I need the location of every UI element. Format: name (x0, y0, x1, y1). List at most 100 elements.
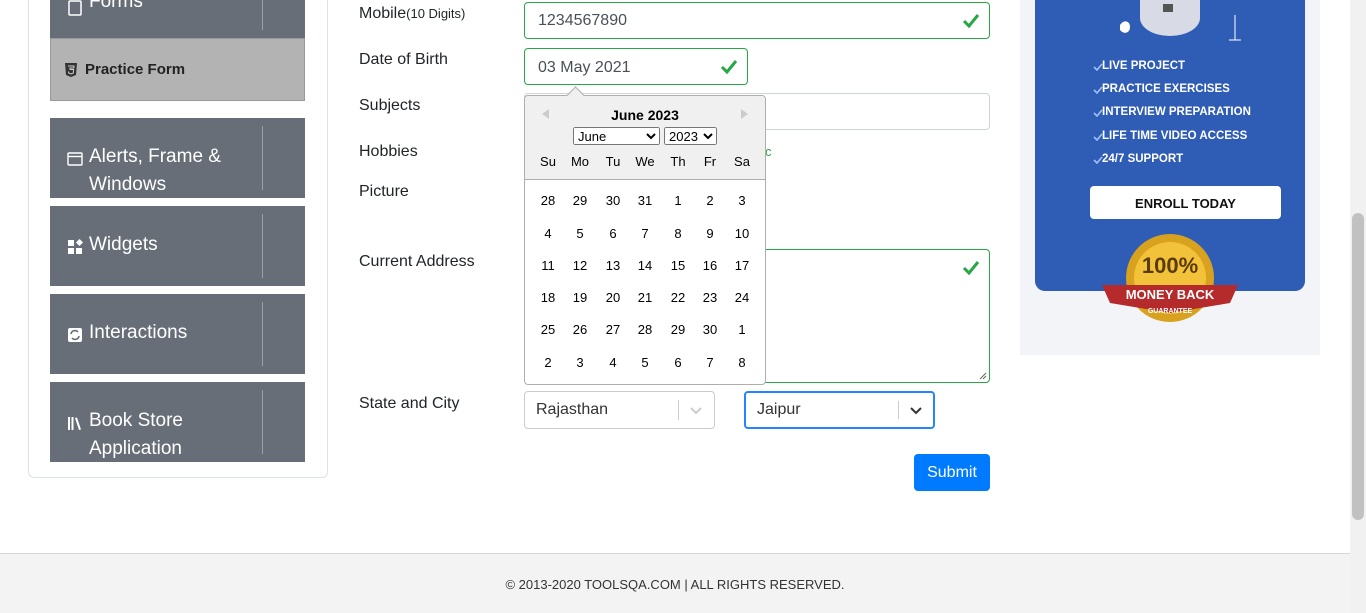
sidebar-group-label: Book Store (89, 410, 183, 431)
calendar-day[interactable]: 20 (598, 290, 628, 305)
sidebar-group-alerts[interactable]: Alerts, Frame & Windows (50, 118, 305, 198)
calendar-day[interactable]: 9 (695, 226, 725, 241)
calendar-day[interactable]: 6 (663, 355, 693, 370)
day-name: Th (670, 154, 686, 169)
sidebar-group-book-store[interactable]: Book Store Application (50, 382, 305, 462)
calendar-day[interactable]: 29 (663, 322, 693, 337)
calendar-day[interactable]: 23 (695, 290, 725, 305)
sidebar-group-label-line2: Windows (89, 174, 167, 195)
widgets-icon (68, 239, 83, 254)
calendar-day[interactable]: 17 (727, 258, 757, 273)
submit-button[interactable]: Submit (914, 454, 990, 491)
calendar-day[interactable]: 6 (598, 226, 628, 241)
calendar-day[interactable]: 19 (565, 290, 595, 305)
sidebar-group-label: Interactions (89, 322, 188, 343)
calendar-day[interactable]: 22 (663, 290, 693, 305)
calendar-day[interactable]: 3 (727, 193, 757, 208)
calendar-day[interactable]: 28 (533, 193, 563, 208)
calendar-day[interactable]: 30 (695, 322, 725, 337)
calendar-day[interactable]: 1 (727, 322, 757, 337)
mobile-input[interactable]: 1234567890 (524, 2, 990, 39)
valid-check-icon (962, 14, 980, 29)
html5-icon (65, 63, 77, 77)
calendar-day[interactable]: 5 (630, 355, 660, 370)
calendar-day[interactable]: 21 (630, 290, 660, 305)
calendar-day[interactable]: 29 (565, 193, 595, 208)
calendar-day[interactable]: 7 (630, 226, 660, 241)
enroll-today-button[interactable]: ENROLL TODAY (1090, 186, 1281, 219)
badge-money-back: MONEY BACK (1126, 287, 1215, 302)
calendar-day[interactable]: 24 (727, 290, 757, 305)
laptop-illustration-icon (1120, 0, 1241, 41)
calendar-day[interactable]: 16 (695, 258, 725, 273)
ad-feature-item: INTERVIEW PREPARATION (1102, 106, 1251, 118)
calendar-day[interactable]: 12 (565, 258, 595, 273)
ad-feature-item: PRACTICE EXERCISES (1102, 83, 1230, 95)
sidebar-group-widgets[interactable]: Widgets (50, 206, 305, 286)
divider (262, 302, 263, 366)
calendar-day[interactable]: 31 (630, 193, 660, 208)
calendar-day[interactable]: 10 (727, 226, 757, 241)
calendar-day[interactable]: 14 (630, 258, 660, 273)
sidebar-group-forms[interactable]: Forms (50, 0, 305, 38)
ad-banner[interactable]: LIVE PROJECT PRACTICE EXERCISES INTERVIEW … (1020, 0, 1320, 355)
calendar-day[interactable]: 2 (695, 193, 725, 208)
state-city-label: State and City (359, 395, 460, 412)
chevron-down-icon[interactable] (689, 403, 703, 417)
mobile-hint: (10 Digits) (406, 6, 466, 21)
picture-label: Picture (359, 183, 409, 200)
valid-check-icon (962, 261, 980, 276)
divider (262, 126, 263, 190)
chevron-down-icon[interactable] (909, 403, 923, 417)
day-name: Mo (570, 154, 590, 169)
day-name: Su (540, 154, 556, 169)
day-name: Sa (734, 154, 750, 169)
calendar-day[interactable]: 7 (695, 355, 725, 370)
scrollbar-thumb[interactable] (1352, 213, 1364, 520)
resize-handle-icon[interactable] (979, 372, 987, 380)
calendar-day[interactable]: 28 (630, 322, 660, 337)
mobile-label-text: Mobile (359, 5, 407, 22)
ad-feature-item: LIVE PROJECT (1102, 60, 1186, 72)
day-name: Fr (703, 154, 717, 169)
select-separator (678, 400, 679, 420)
city-select[interactable]: Jaipur (744, 391, 935, 429)
ad-feature-item: LIFE TIME VIDEO ACCESS (1102, 130, 1248, 142)
calendar-day[interactable]: 3 (565, 355, 595, 370)
state-select[interactable]: Rajasthan (524, 391, 715, 429)
sidebar-item-practice-form[interactable]: Practice Form (50, 38, 305, 101)
calendar-day[interactable]: 4 (533, 226, 563, 241)
calendar-day[interactable]: 2 (533, 355, 563, 370)
month-select[interactable]: JanuaryFebruaryMarchAprilMayJuneJulyAugu… (573, 127, 660, 145)
calendar-day[interactable]: 8 (727, 355, 757, 370)
calendar-day[interactable]: 1 (663, 193, 693, 208)
datepicker-title: June 2023 (611, 107, 679, 123)
calendar-day[interactable]: 13 (598, 258, 628, 273)
badge-percent: 100% (1142, 253, 1198, 278)
calendar-day[interactable]: 25 (533, 322, 563, 337)
date-of-birth-input[interactable]: 03 May 2021 (524, 48, 748, 85)
calendar-day[interactable]: 26 (565, 322, 595, 337)
calendar-day[interactable]: 5 (565, 226, 595, 241)
year-select[interactable]: 2021202220232024 (664, 127, 717, 145)
dob-label: Date of Birth (359, 51, 448, 68)
page-scrollbar[interactable] (1350, 0, 1366, 613)
datepicker-popup: June 2023 JanuaryFebruaryMarchAprilMayJu… (524, 86, 766, 385)
sidebar-group-interactions[interactable]: Interactions (50, 294, 305, 374)
mobile-label: Mobile(10 Digits) (359, 5, 465, 23)
footer: © 2013-2020 TOOLSQA.COM | ALL RIGHTS RES… (0, 553, 1350, 613)
calendar-day[interactable]: 11 (533, 258, 563, 273)
divider (262, 214, 263, 278)
day-name: Tu (605, 154, 621, 169)
sidebar-group-label: Widgets (89, 234, 158, 255)
sidebar-group-label: Alerts, Frame & (89, 146, 221, 167)
calendar-day[interactable]: 30 (598, 193, 628, 208)
calendar-day[interactable]: 4 (598, 355, 628, 370)
calendar-day[interactable]: 15 (663, 258, 693, 273)
calendar-day[interactable]: 18 (533, 290, 563, 305)
mobile-value: 1234567890 (538, 12, 627, 29)
calendar-day[interactable]: 8 (663, 226, 693, 241)
next-month-icon[interactable] (741, 109, 748, 119)
calendar-day[interactable]: 27 (598, 322, 628, 337)
datepicker-header: June 2023 JanuaryFebruaryMarchAprilMayJu… (525, 96, 765, 180)
